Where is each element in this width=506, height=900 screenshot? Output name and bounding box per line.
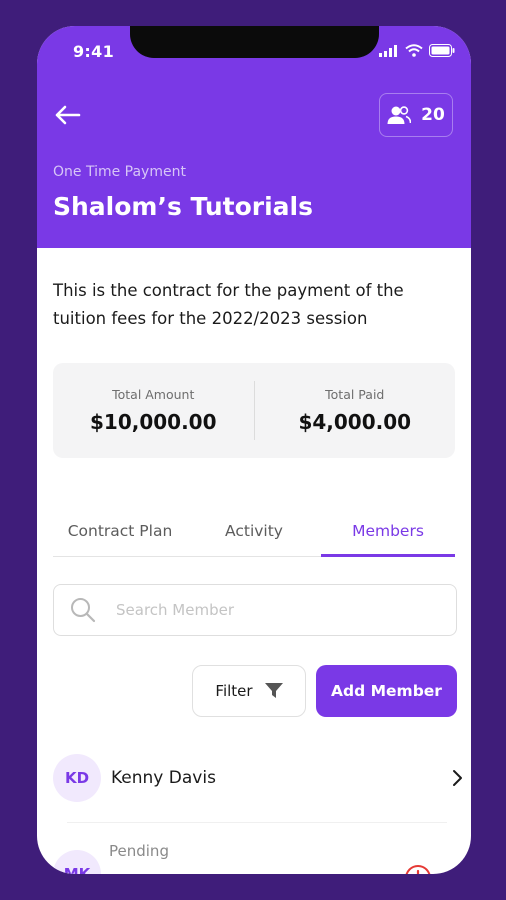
filter-icon — [264, 683, 283, 698]
payment-summary-card: Total Amount $10,000.00 Total Paid $4,00… — [53, 363, 455, 458]
filter-label: Filter — [215, 682, 253, 700]
status-time: 9:41 — [73, 42, 114, 61]
page-title: Shalom’s Tutorials — [53, 192, 313, 221]
battery-icon — [429, 44, 455, 57]
total-amount-value: $10,000.00 — [89, 410, 217, 434]
tab-activity[interactable]: Activity — [187, 516, 321, 556]
users-icon — [387, 106, 412, 124]
status-icons — [379, 44, 455, 57]
members-count-button[interactable]: 20 — [379, 93, 453, 137]
add-member-button[interactable]: Add Member — [316, 665, 457, 717]
device-notch — [130, 26, 379, 58]
member-row[interactable]: MK Pending — [53, 838, 463, 874]
back-arrow-icon[interactable] — [53, 104, 83, 126]
tab-bar: Contract Plan Activity Members — [53, 516, 455, 557]
total-paid-value: $4,000.00 — [298, 410, 412, 434]
total-paid: Total Paid $4,000.00 — [255, 363, 456, 458]
contract-description: This is the contract for the payment of … — [53, 281, 404, 328]
phone-screen: 9:41 20 One Time Payment Shalom’s Tutori… — [37, 26, 471, 874]
total-amount-label: Total Amount — [112, 387, 195, 402]
total-paid-label: Total Paid — [325, 387, 385, 402]
row-divider — [67, 822, 447, 823]
total-amount: Total Amount $10,000.00 — [53, 363, 254, 458]
wifi-icon — [405, 44, 423, 57]
tab-contract-plan[interactable]: Contract Plan — [53, 516, 187, 556]
signal-icon — [379, 44, 397, 57]
avatar: KD — [53, 754, 101, 802]
contract-type: One Time Payment — [53, 164, 186, 180]
search-box[interactable] — [53, 584, 457, 636]
member-row[interactable]: KD Kenny Davis — [53, 753, 463, 803]
member-name: Kenny Davis — [111, 768, 216, 788]
tab-members[interactable]: Members — [321, 516, 455, 557]
alert-icon — [405, 865, 431, 874]
members-count: 20 — [421, 105, 445, 125]
avatar: MK — [53, 850, 101, 874]
header-section: 9:41 20 One Time Payment Shalom’s Tutori… — [37, 26, 471, 248]
search-icon — [71, 598, 96, 623]
status-badge: Pending — [109, 842, 169, 860]
filter-button[interactable]: Filter — [192, 665, 306, 717]
chevron-right-icon — [453, 770, 462, 786]
search-input[interactable] — [114, 600, 418, 620]
